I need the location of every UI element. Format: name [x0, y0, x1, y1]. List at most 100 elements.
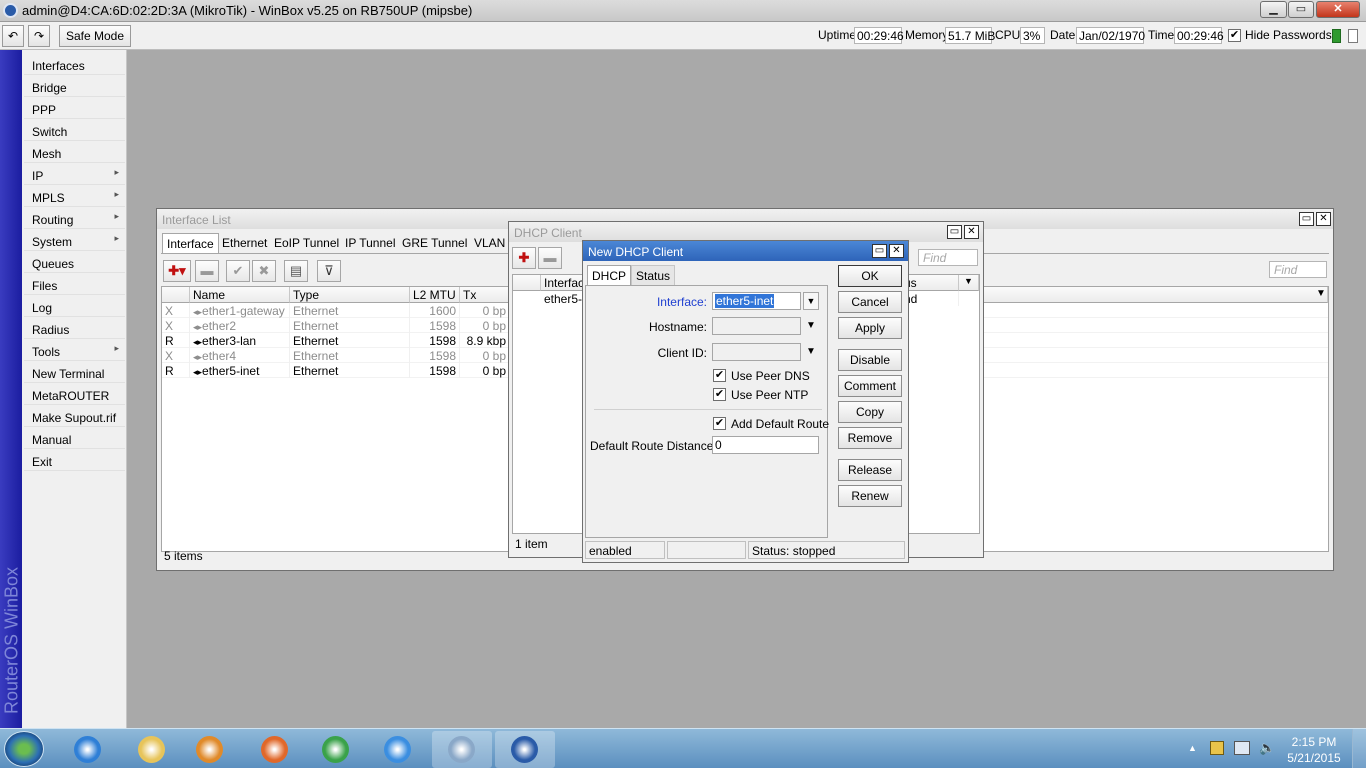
add-button[interactable]: ✚▾	[163, 260, 191, 282]
network-icon[interactable]	[1234, 741, 1250, 755]
hostname-input[interactable]	[712, 317, 801, 335]
dhcp-remove-button[interactable]: ▬	[538, 247, 562, 269]
column-chooser-icon[interactable]: ▼	[1316, 288, 1326, 299]
client-id-dropdown-icon[interactable]: ▼	[806, 346, 816, 357]
sidebar-item-mpls[interactable]: MPLS ▸	[24, 185, 125, 207]
release-button[interactable]: Release	[838, 459, 902, 481]
ethernet-port-icon: ◂▸	[193, 307, 203, 317]
copy-button[interactable]: Copy	[838, 401, 902, 423]
check-icon: ✔	[232, 263, 244, 278]
tab-status[interactable]: Status	[631, 265, 676, 285]
sidebar-item-make-supout-rif[interactable]: Make Supout.rif	[24, 405, 125, 427]
interface-dropdown-icon[interactable]: ▼	[803, 292, 819, 310]
start-orb-icon[interactable]	[4, 731, 44, 767]
maximize-button[interactable]: ▭	[1288, 1, 1314, 18]
interface-list-maximize-button[interactable]: ▭	[1299, 212, 1314, 226]
sidebar-item-routing[interactable]: Routing ▸	[24, 207, 125, 229]
sidebar-item-files[interactable]: Files	[24, 273, 125, 295]
internet-explorer-taskbar-button[interactable]	[58, 731, 118, 768]
sidebar-item-log[interactable]: Log	[24, 295, 125, 317]
type-column-header[interactable]: Type	[290, 287, 410, 303]
dhcp-client-maximize-button[interactable]: ▭	[947, 225, 962, 239]
cancel-button[interactable]: Cancel	[838, 291, 902, 313]
winbox-taskbar-button[interactable]	[495, 731, 555, 768]
remove-button[interactable]: ▬	[195, 260, 219, 282]
client-id-input[interactable]	[712, 343, 801, 361]
enable-button[interactable]: ✔	[226, 260, 250, 282]
show-desktop-button[interactable]	[1352, 729, 1366, 768]
safe-mode-button[interactable]: Safe Mode	[59, 25, 131, 47]
undo-button[interactable]: ↶	[2, 25, 24, 47]
sidebar-item-interfaces[interactable]: Interfaces	[24, 53, 125, 75]
dhcp-status-column-header[interactable]: us	[901, 275, 959, 291]
dhcp-row-status[interactable]: nd	[901, 291, 959, 306]
sidebar-item-new-terminal[interactable]: New Terminal	[24, 361, 125, 383]
clock-time[interactable]: 2:15 PM	[1288, 735, 1340, 749]
minimize-button[interactable]: ▁	[1260, 1, 1287, 18]
renew-button[interactable]: Renew	[838, 485, 902, 507]
ok-button[interactable]: OK	[838, 265, 902, 287]
sidebar-item-tools[interactable]: Tools ▸	[24, 339, 125, 361]
tx-column-header[interactable]: Tx	[460, 287, 510, 303]
file-explorer-taskbar-button[interactable]	[122, 731, 182, 768]
dialog-close-button[interactable]: ✕	[889, 244, 904, 258]
default-route-distance-input[interactable]: 0	[712, 436, 819, 454]
clock-date[interactable]: 5/21/2015	[1284, 751, 1344, 765]
sidebar-item-manual[interactable]: Manual	[24, 427, 125, 449]
dhcp-flag-column-header[interactable]	[513, 275, 541, 291]
sidebar-item-mesh[interactable]: Mesh	[24, 141, 125, 163]
tab-gre-tunnel[interactable]: GRE Tunnel	[398, 233, 471, 253]
sidebar-item-system[interactable]: System ▸	[24, 229, 125, 251]
redo-button[interactable]: ↷	[28, 25, 50, 47]
dialog-maximize-button[interactable]: ▭	[872, 244, 887, 258]
disable-button[interactable]: Disable	[838, 349, 902, 371]
dhcp-add-button[interactable]: ✚	[512, 247, 536, 269]
action-center-icon[interactable]	[1210, 741, 1224, 755]
side-banner-text: RouterOS WinBox	[1, 566, 22, 715]
filter-button[interactable]: ⊽	[317, 260, 341, 282]
sidebar-item-ppp[interactable]: PPP	[24, 97, 125, 119]
sidebar-item-ip[interactable]: IP ▸	[24, 163, 125, 185]
use-peer-dns-checkbox[interactable]: ✔	[713, 369, 726, 382]
tray-expand-icon[interactable]: ▲	[1188, 743, 1197, 753]
tab-ip-tunnel[interactable]: IP Tunnel	[341, 233, 399, 253]
firefox-taskbar-button[interactable]	[245, 731, 305, 768]
comment-button[interactable]: ▤	[284, 260, 308, 282]
sidebar-item-radius[interactable]: Radius	[24, 317, 125, 339]
interface-find-input[interactable]: Find	[1269, 261, 1327, 278]
media-player-taskbar-button[interactable]	[180, 731, 240, 768]
ethernet-port-icon: ◂▸	[193, 352, 203, 362]
close-button[interactable]: ✕	[1316, 1, 1360, 18]
use-peer-ntp-checkbox[interactable]: ✔	[713, 388, 726, 401]
hide-passwords-checkbox[interactable]: ✔	[1228, 29, 1241, 42]
flag-column-header[interactable]	[162, 287, 190, 303]
interface-list-close-button[interactable]: ✕	[1316, 212, 1331, 226]
sidebar-item-switch[interactable]: Switch	[24, 119, 125, 141]
name-column-header[interactable]: Name	[190, 287, 290, 303]
tab-interface[interactable]: Interface	[162, 233, 219, 253]
tab-dhcp[interactable]: DHCP	[587, 265, 632, 285]
dhcp-column-chooser-icon[interactable]: ▼	[959, 275, 979, 291]
remove-button[interactable]: Remove	[838, 427, 902, 449]
sidebar-item-queues[interactable]: Queues	[24, 251, 125, 273]
skype-taskbar-button[interactable]	[368, 731, 428, 768]
interface-select[interactable]: ether5-inet	[712, 292, 801, 310]
mtu-column-header[interactable]: L2 MTU	[410, 287, 460, 303]
paint-taskbar-button[interactable]	[432, 731, 492, 768]
add-default-route-checkbox[interactable]: ✔	[713, 417, 726, 430]
sidebar-item-metarouter[interactable]: MetaROUTER	[24, 383, 125, 405]
use-peer-ntp-label: Use Peer NTP	[731, 388, 809, 402]
tab-vlan[interactable]: VLAN	[470, 233, 509, 253]
dhcp-client-close-button[interactable]: ✕	[964, 225, 979, 239]
apply-button[interactable]: Apply	[838, 317, 902, 339]
tab-eoip-tunnel[interactable]: EoIP Tunnel	[270, 233, 343, 253]
chrome-taskbar-button[interactable]	[306, 731, 366, 768]
comment-button[interactable]: Comment	[838, 375, 902, 397]
volume-icon[interactable]: 🔈	[1259, 740, 1275, 756]
disable-button[interactable]: ✖	[252, 260, 276, 282]
sidebar-item-bridge[interactable]: Bridge	[24, 75, 125, 97]
tab-ethernet[interactable]: Ethernet	[218, 233, 271, 253]
dhcp-find-input[interactable]: Find	[918, 249, 978, 266]
hostname-dropdown-icon[interactable]: ▼	[806, 320, 816, 331]
sidebar-item-exit[interactable]: Exit	[24, 449, 125, 471]
